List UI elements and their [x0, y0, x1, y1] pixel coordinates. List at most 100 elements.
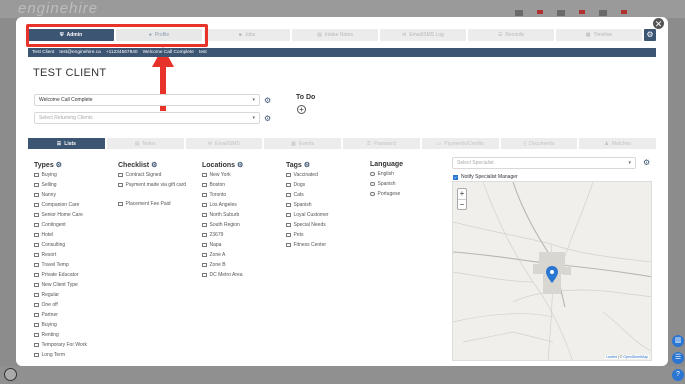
checklist-gear-icon[interactable]: ⚙ — [151, 162, 157, 169]
list-item[interactable]: Toronto — [202, 192, 243, 202]
checkbox[interactable] — [34, 212, 39, 217]
checkbox[interactable] — [118, 182, 123, 187]
client-email[interactable]: test@enginehire.ca — [59, 50, 100, 55]
checkbox[interactable] — [34, 172, 39, 177]
checkbox[interactable] — [118, 201, 123, 206]
list-item[interactable]: Zone B — [202, 262, 243, 272]
list-item[interactable]: Portugese — [370, 191, 403, 201]
checkbox[interactable] — [34, 232, 39, 237]
list-item[interactable]: Buying — [34, 172, 87, 182]
list-item[interactable]: Nanny — [34, 192, 87, 202]
list-item[interactable]: 23679 — [202, 232, 243, 242]
checkbox[interactable] — [286, 192, 291, 197]
help-icon[interactable]: ? — [672, 369, 684, 381]
list-item[interactable]: Selling — [34, 182, 87, 192]
list-item[interactable]: Spanish — [286, 202, 329, 212]
checkbox[interactable] — [34, 202, 39, 207]
leaflet-link[interactable]: Leaflet — [606, 355, 617, 359]
list-item[interactable]: Spanish — [370, 181, 403, 191]
checkbox[interactable] — [34, 262, 39, 267]
list-item[interactable]: Buying — [34, 322, 87, 332]
tab-documents[interactable]: ▯ Documents — [500, 138, 578, 149]
checkmark-icon[interactable]: ✓ — [453, 174, 458, 180]
checkbox[interactable] — [202, 202, 207, 207]
list-item[interactable]: Placement Fee Paid — [118, 201, 198, 211]
checklist-icon[interactable]: ☰ — [672, 352, 684, 364]
list-item[interactable]: Special Needs — [286, 222, 329, 232]
checkbox[interactable] — [202, 252, 207, 257]
types-gear-icon[interactable]: ⚙ — [56, 162, 62, 169]
checkbox[interactable] — [34, 342, 39, 347]
specialist-select[interactable]: Select Specialist ▾ — [452, 157, 636, 169]
tags-gear-icon[interactable]: ⚙ — [304, 162, 310, 169]
list-item[interactable]: Loyal Customer — [286, 212, 329, 222]
list-item[interactable]: Regular — [34, 292, 87, 302]
specialist-gear-icon[interactable]: ⚙ — [643, 159, 651, 167]
list-item[interactable]: South Region — [202, 222, 243, 232]
osm-link[interactable]: OpenStreetMap — [623, 355, 648, 359]
checkbox[interactable] — [34, 322, 39, 327]
checkbox[interactable] — [34, 282, 39, 287]
list-item[interactable]: Companion Care — [34, 202, 87, 212]
list-item[interactable]: Resort — [34, 252, 87, 262]
checkbox[interactable] — [34, 302, 39, 307]
list-item[interactable]: North Suburb — [202, 212, 243, 222]
settings-gear-button[interactable]: ⚙ — [644, 29, 656, 41]
checkbox[interactable] — [286, 212, 291, 217]
book-icon[interactable]: ▥ — [672, 335, 684, 347]
list-item[interactable]: Long Term — [34, 352, 87, 362]
tab-events[interactable]: ▦ Events — [264, 138, 341, 149]
checkbox[interactable] — [286, 182, 291, 187]
checkbox[interactable] — [286, 172, 291, 177]
list-item[interactable]: Hotel — [34, 232, 87, 242]
checkbox[interactable] — [34, 242, 39, 247]
list-item[interactable]: Contract Signed — [118, 172, 198, 182]
tab-matches[interactable]: ♟ Matches — [579, 138, 656, 149]
notify-specialist-checkbox[interactable]: ✓ Notify Specialist Manager — [453, 174, 518, 180]
clock-icon[interactable] — [4, 368, 17, 381]
list-item[interactable]: Boston — [202, 182, 243, 192]
list-item[interactable]: Consulting — [34, 242, 87, 252]
list-item[interactable]: Napa — [202, 242, 243, 252]
list-item[interactable]: Partner — [34, 312, 87, 322]
tab-intake-notes[interactable]: ▤ Intake Notes — [292, 29, 378, 41]
list-item[interactable]: New York — [202, 172, 243, 182]
list-item[interactable]: Zone A — [202, 252, 243, 262]
list-item[interactable]: Pets — [286, 232, 329, 242]
checkbox[interactable] — [34, 332, 39, 337]
list-item[interactable]: Cats — [286, 192, 329, 202]
checkbox[interactable] — [286, 202, 291, 207]
client-phone[interactable]: +11234567840 — [106, 50, 138, 55]
tab-notes[interactable]: ▤ Notes — [106, 138, 184, 149]
checkbox[interactable] — [34, 252, 39, 257]
radio[interactable] — [370, 181, 375, 186]
tab-lists[interactable]: ☰ Lists — [28, 138, 105, 149]
tab-payments-credits[interactable]: ▭ Payments/Credits — [421, 138, 499, 149]
list-item[interactable]: Los Angeles — [202, 202, 243, 212]
checkbox[interactable] — [34, 182, 39, 187]
list-item[interactable]: New Client Type — [34, 282, 87, 292]
checkbox[interactable] — [202, 222, 207, 227]
checkbox[interactable] — [286, 222, 291, 227]
list-item[interactable]: Fitness Center — [286, 242, 329, 252]
tab-email-sms[interactable]: ✉ Email/SMS — [185, 138, 263, 149]
list-item[interactable]: Payment made via gift card — [118, 182, 198, 201]
locations-gear-icon[interactable]: ⚙ — [237, 162, 243, 169]
list-item[interactable]: Dogs — [286, 182, 329, 192]
list-item[interactable]: Temporary For Work — [34, 342, 87, 352]
list-item[interactable]: DC Metro Area — [202, 272, 243, 282]
list-item[interactable]: Contingent — [34, 222, 87, 232]
list-item[interactable]: Private Educator — [34, 272, 87, 282]
list-item[interactable]: Senior Home Care — [34, 212, 87, 222]
zoom-out-button[interactable]: − — [458, 199, 466, 209]
tab-jobs[interactable]: ■ Jobs — [204, 29, 290, 41]
checkbox[interactable] — [286, 232, 291, 237]
checkbox[interactable] — [34, 222, 39, 227]
checkbox[interactable] — [202, 242, 207, 247]
checkbox[interactable] — [202, 212, 207, 217]
checkbox[interactable] — [34, 292, 39, 297]
status-select[interactable]: Welcome Call Complete ▾ — [34, 94, 260, 106]
checkbox[interactable] — [34, 192, 39, 197]
checkbox[interactable] — [202, 232, 207, 237]
zoom-in-button[interactable]: + — [458, 189, 466, 199]
